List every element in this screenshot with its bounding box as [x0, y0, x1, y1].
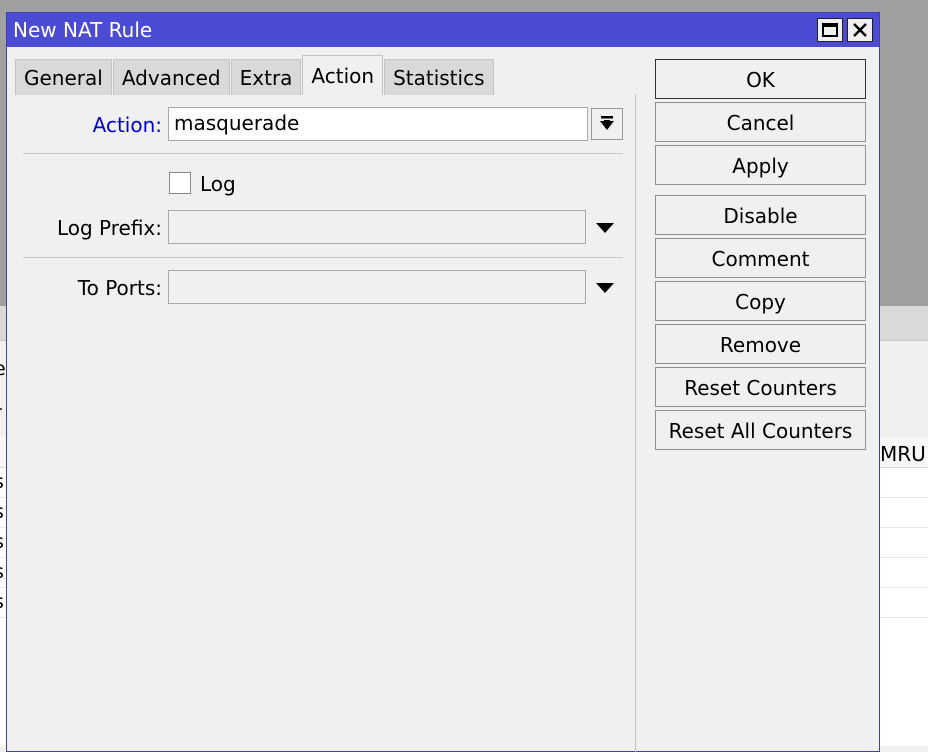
log-prefix-input[interactable]: [168, 210, 586, 244]
background-fragment: s: [0, 532, 4, 552]
tab-bar: General Advanced Extra Action Statistics: [15, 55, 495, 95]
action-dropdown-button[interactable]: [591, 108, 623, 140]
tab-extra[interactable]: Extra: [230, 59, 302, 95]
window-title: New NAT Rule: [13, 18, 153, 42]
reset-counters-button[interactable]: Reset Counters: [655, 367, 866, 407]
comment-button[interactable]: Comment: [655, 238, 866, 278]
tab-general[interactable]: General: [15, 59, 112, 95]
divider: [23, 153, 623, 154]
background-fragment: r: [0, 403, 2, 423]
maximize-icon: [822, 23, 838, 37]
background-fragment: s: [0, 592, 4, 612]
log-prefix-label: Log Prefix:: [56, 216, 162, 240]
action-tab-content: Action: masquerade Log Log Prefix: To Po…: [7, 94, 636, 752]
background-column-mru: MRU: [880, 442, 926, 466]
to-ports-dropdown-icon[interactable]: [596, 283, 614, 293]
remove-button[interactable]: Remove: [655, 324, 866, 364]
tab-advanced[interactable]: Advanced: [112, 59, 230, 95]
close-icon: [853, 23, 867, 37]
action-label: Action:: [92, 113, 162, 137]
to-ports-label: To Ports:: [77, 276, 162, 300]
log-checkbox[interactable]: [169, 172, 191, 194]
reset-all-counters-button[interactable]: Reset All Counters: [655, 410, 866, 450]
expand-down-icon: [600, 116, 614, 130]
close-button[interactable]: [847, 18, 873, 42]
cancel-button[interactable]: Cancel: [655, 102, 866, 142]
log-label: Log: [200, 172, 236, 196]
background-fragment: s: [0, 472, 4, 492]
background-fragment: s: [0, 502, 4, 522]
tab-action[interactable]: Action: [302, 55, 384, 95]
new-nat-rule-dialog: New NAT Rule General Advanced Extra Acti…: [6, 12, 880, 752]
divider: [23, 257, 623, 258]
disable-button[interactable]: Disable: [655, 195, 866, 235]
to-ports-input[interactable]: [168, 270, 586, 304]
title-bar[interactable]: New NAT Rule: [7, 13, 879, 47]
apply-button[interactable]: Apply: [655, 145, 866, 185]
ok-button[interactable]: OK: [655, 59, 866, 99]
tab-statistics[interactable]: Statistics: [384, 59, 494, 95]
copy-button[interactable]: Copy: [655, 281, 866, 321]
background-fragment: s: [0, 562, 4, 582]
maximize-button[interactable]: [817, 18, 843, 42]
action-select[interactable]: masquerade: [168, 107, 588, 141]
background-fragment: e: [0, 359, 6, 379]
log-prefix-dropdown-icon[interactable]: [596, 223, 614, 233]
